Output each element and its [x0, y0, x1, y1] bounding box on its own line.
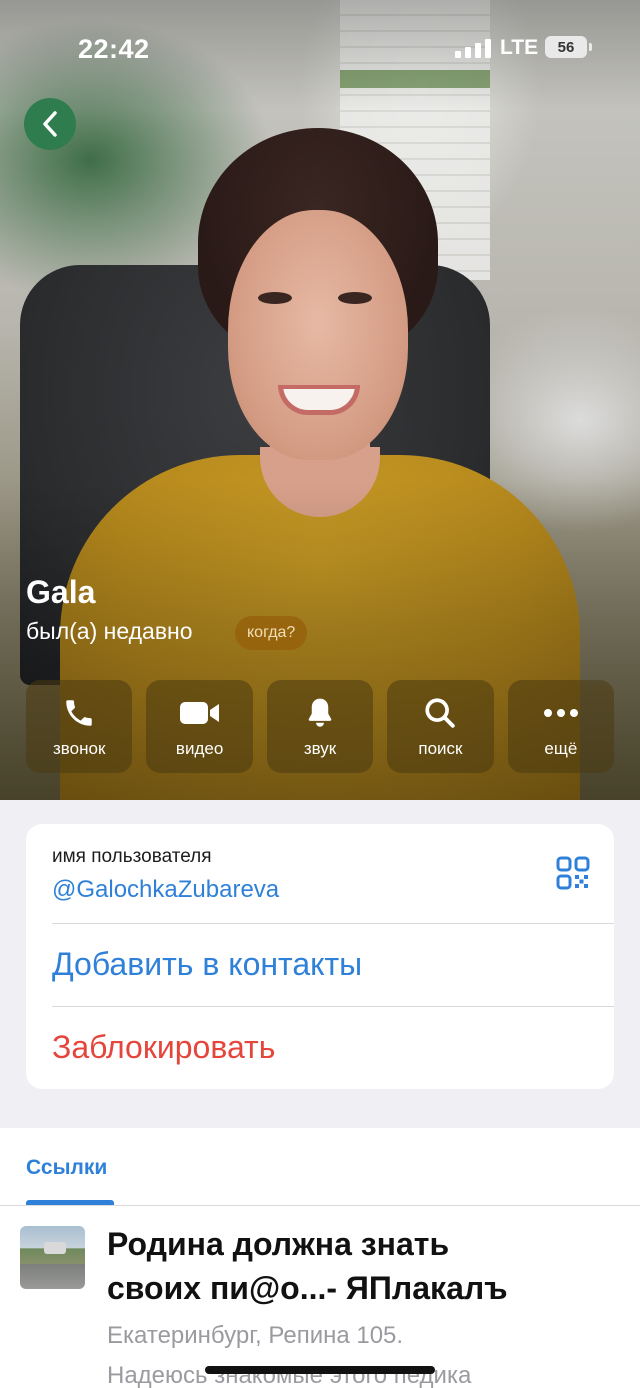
search-label: поиск — [418, 738, 463, 758]
network-type: LTE — [500, 36, 539, 59]
list-item[interactable]: Родина должна знать своих пи@о...- ЯПлак… — [0, 1206, 640, 1388]
call-button[interactable]: звонок — [26, 680, 133, 773]
profile-name: Gala — [26, 574, 96, 610]
link-description: Екатеринбург, Репина 105. Надеюсь знаком… — [107, 1316, 627, 1388]
shared-media-section: Ссылки Родина должна знать своих пи@о...… — [0, 1128, 640, 1388]
more-dots-icon — [543, 708, 578, 717]
link-description-line: Екатеринбург, Репина 105. — [107, 1322, 404, 1349]
call-label: звонок — [53, 738, 106, 758]
status-time: 22:42 — [78, 34, 150, 64]
more-label: ещё — [544, 738, 578, 758]
divider — [52, 923, 614, 924]
photo-right-eye — [338, 292, 372, 304]
status-bar: 22:42 LTE 56 — [0, 0, 640, 96]
link-thumbnail — [20, 1226, 85, 1289]
block-user-button[interactable]: Заблокировать — [52, 1029, 614, 1066]
action-bar: звонок видео звук поиск ещё — [26, 680, 615, 773]
sound-button[interactable]: звук — [266, 680, 374, 773]
add-contact-button[interactable]: Добавить в контакты — [52, 946, 614, 983]
last-seen-status: был(а) недавно — [26, 618, 193, 644]
home-indicator[interactable] — [205, 1366, 435, 1374]
battery-level: 56 — [557, 38, 575, 56]
phone-icon — [66, 699, 92, 726]
username-label: имя пользователя — [52, 846, 212, 867]
qr-code-icon[interactable] — [556, 856, 590, 890]
back-button[interactable] — [24, 98, 76, 150]
photo-face — [228, 210, 408, 460]
divider — [52, 1006, 614, 1007]
cellular-signal-icon — [455, 38, 491, 58]
search-icon — [425, 697, 456, 728]
info-card: имя пользователя @GalochkaZubareva Добав… — [26, 824, 614, 1089]
tab-links[interactable]: Ссылки — [26, 1156, 107, 1180]
photo-left-eye — [258, 292, 292, 304]
link-title: Родина должна знать своих пи@о...- ЯПлак… — [107, 1226, 508, 1306]
video-camera-icon — [179, 701, 219, 724]
username-link[interactable]: @GalochkaZubareva — [52, 876, 614, 904]
when-button[interactable]: когда? — [235, 616, 308, 650]
chevron-left-icon — [43, 111, 57, 137]
bell-icon — [308, 698, 332, 727]
video-button[interactable]: видео — [146, 680, 253, 773]
search-button[interactable]: поиск — [387, 680, 494, 773]
sound-label: звук — [303, 738, 337, 758]
more-button[interactable]: ещё — [507, 680, 615, 773]
battery-icon: 56 — [545, 36, 592, 58]
video-label: видео — [175, 738, 224, 758]
